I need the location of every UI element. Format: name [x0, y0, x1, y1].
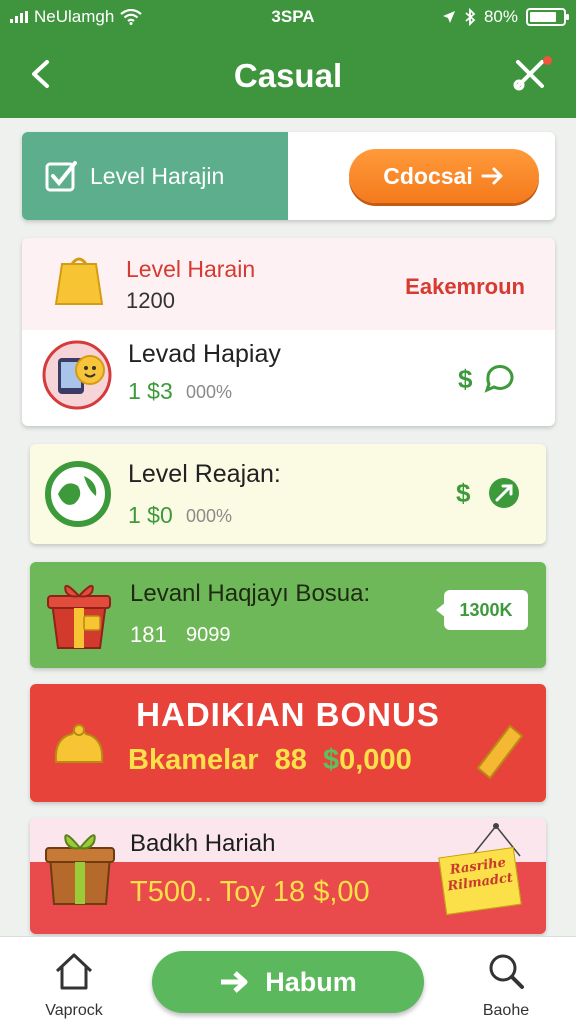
card-1-subtitle: Levad Hapiay: [128, 340, 281, 368]
banner-right: Cdocsai: [288, 132, 555, 220]
signal-icon: [10, 11, 28, 23]
bonus-card[interactable]: HADIKIAN BONUS Bkamelar 88 $0,000: [30, 684, 546, 802]
card-3-badge-pointer: [436, 602, 446, 618]
bonus-subtitle-text: Bkamelar: [128, 744, 259, 776]
card-1-percent: 000%: [186, 382, 233, 402]
level-card-1[interactable]: Level Harain 1200 Eakemroun Levad Hapiay…: [22, 238, 555, 426]
cta-button-label: Cdocsai: [383, 162, 473, 189]
banner-left: Level Harajin: [22, 132, 288, 220]
globe-icon: [45, 461, 111, 527]
page-title: Casual: [233, 57, 343, 94]
reward-sign: Rasrihe Rilmadct: [438, 846, 522, 916]
bonus-subtitle-number: 88: [274, 744, 307, 776]
card-3-title: Levanl Haqjayı Bosua:: [130, 580, 371, 607]
card-2-percent: 000%: [186, 506, 233, 526]
status-left: NeUlamgh: [10, 7, 210, 27]
bluetooth-icon: [465, 8, 476, 26]
chevron-left-icon: [32, 60, 49, 88]
card-3-badge: 1300K: [444, 590, 528, 630]
reward-title: Badkh Hariah: [130, 830, 276, 857]
bottom-nav: Vaprock Habum Baohe: [0, 936, 576, 1024]
battery-level: [530, 12, 556, 22]
checkbox-icon: [45, 161, 77, 192]
svg-text:$: $: [456, 478, 471, 508]
status-right: 80%: [406, 7, 569, 27]
phone-avatar-icon: [42, 340, 112, 410]
carrier-name: NeUlamgh: [34, 7, 115, 26]
main-action-button[interactable]: Habum: [152, 951, 424, 1013]
bonus-value: 0,000: [339, 744, 412, 776]
nav-home-label: Vaprock: [45, 1002, 103, 1019]
treasure-icon: [54, 724, 104, 763]
main-action-label: Habum: [265, 966, 357, 997]
wifi-icon: [120, 9, 142, 25]
status-bar: NeUlamgh 3SPA 80%: [0, 0, 576, 34]
bonus-dollar-sign: $: [322, 744, 340, 776]
card-1-tag: Eakemroun: [405, 274, 525, 299]
reward-line: T500.. Toy 18 $,00: [130, 876, 370, 908]
level-card-3[interactable]: Levanl Haqjayı Bosua: 181 9099 1300K: [30, 562, 546, 668]
reward-card[interactable]: Badkh Hariah T500.. Toy 18 $,00 Rasrihe …: [30, 818, 546, 934]
card-1-amount: 1 $3: [128, 378, 173, 404]
arrow-right-icon: [221, 971, 248, 993]
tools-button[interactable]: [510, 54, 552, 94]
cta-button[interactable]: Cdocsai: [349, 149, 539, 203]
notification-dot: [543, 56, 552, 65]
level-banner: Level Harajin Cdocsai: [22, 132, 555, 220]
card-1-title: Level Harain: [126, 256, 256, 282]
bonus-subtitle: Bkamelar 88 $0,000: [128, 744, 412, 777]
gift-box-icon: [45, 834, 115, 905]
app-header: Casual: [0, 34, 576, 118]
pencil-icon: [476, 724, 524, 780]
banner-label: Level Harajin: [90, 162, 225, 189]
location-arrow-icon: [442, 11, 455, 23]
level-card-2[interactable]: Level Reajan: 1 $0 000% $: [30, 444, 546, 544]
svg-text:$: $: [458, 364, 473, 394]
back-button[interactable]: [22, 54, 62, 94]
home-icon: [55, 953, 93, 990]
nav-search[interactable]: Baohe: [466, 951, 546, 1019]
card-3-secondary: 9099: [186, 624, 231, 646]
card-3-amount: 181: [130, 622, 167, 647]
nav-home[interactable]: Vaprock: [34, 951, 114, 1019]
dollar-chat-icon: $: [458, 364, 514, 394]
card-1-value: 1200: [126, 288, 175, 313]
nav-search-label: Baohe: [482, 1002, 530, 1019]
gift-box-icon: [47, 585, 111, 649]
search-icon: [489, 954, 524, 989]
card-2-title: Level Reajan:: [128, 460, 281, 488]
trophy-icon: [54, 257, 104, 305]
status-time: 3SPA: [271, 7, 315, 26]
arrow-right-icon: [481, 167, 503, 185]
battery-percent: 80%: [483, 7, 518, 26]
dollar-link-icon: $: [456, 478, 519, 508]
card-2-amount: 1 $0: [128, 502, 173, 528]
battery-icon: [526, 8, 569, 26]
